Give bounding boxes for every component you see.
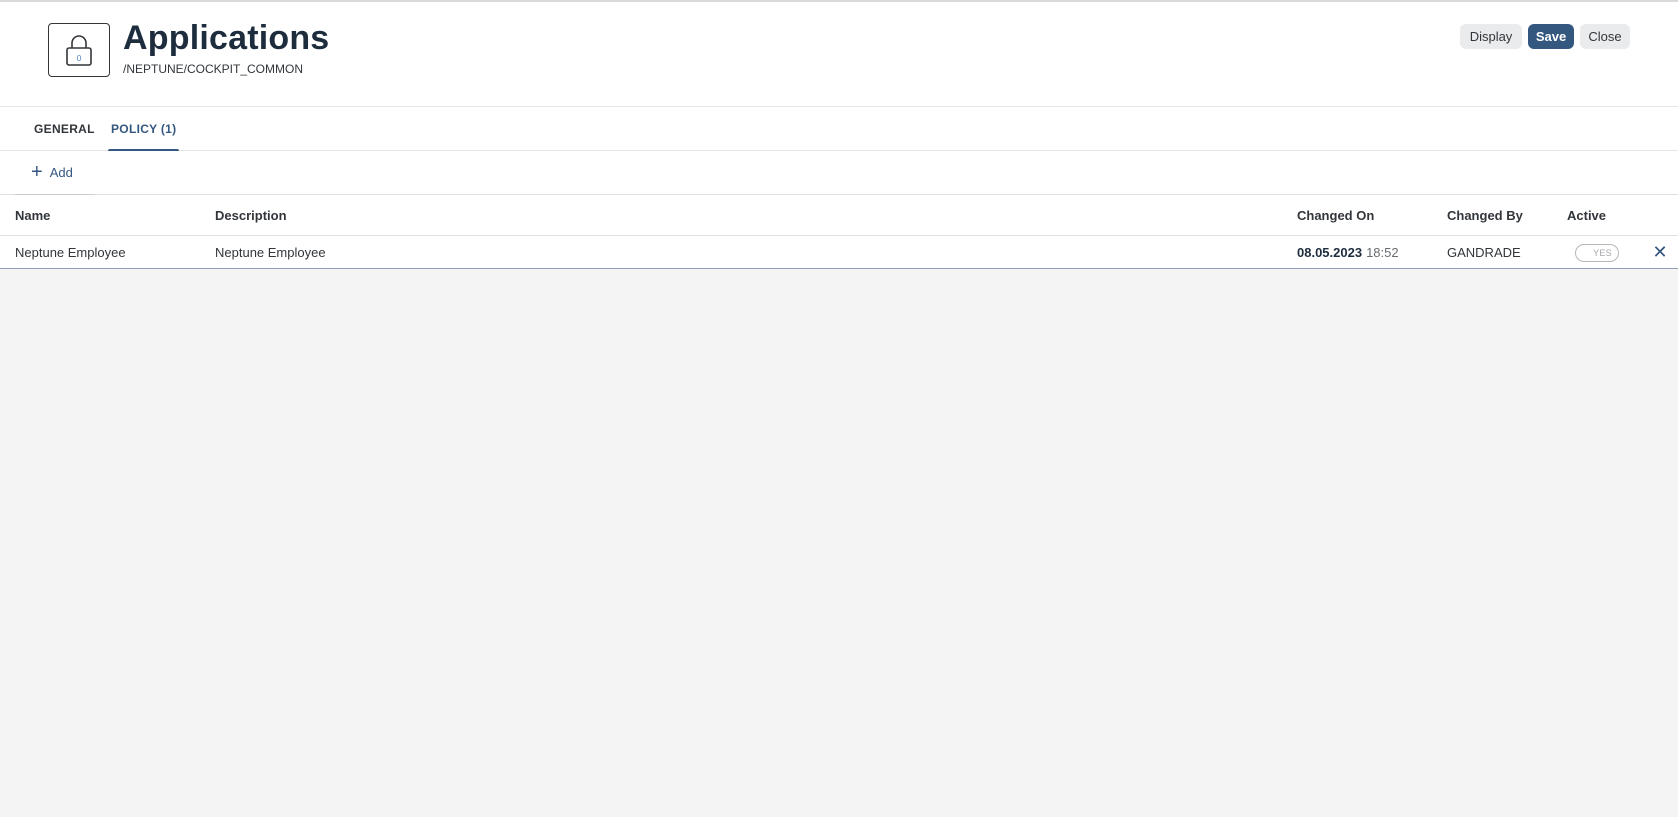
cell-description: Neptune Employee [215, 245, 326, 260]
changed-on-date: 08.05.2023 [1297, 245, 1363, 260]
tab-policy[interactable]: POLICY (1) [108, 107, 180, 152]
svg-text:0: 0 [76, 54, 81, 63]
display-button[interactable]: Display [1460, 24, 1522, 49]
table-header: Name Description Changed On Changed By A… [0, 195, 1678, 236]
column-header-name[interactable]: Name [15, 195, 50, 236]
column-header-description[interactable]: Description [215, 195, 287, 236]
object-header: 0 Applications /NEPTUNE/COCKPIT_COMMON D… [0, 2, 1678, 107]
table-toolbar: + Add [0, 151, 1678, 195]
changed-on-time: 18:52 [1366, 245, 1399, 260]
table-row[interactable]: Neptune Employee Neptune Employee 08.05.… [0, 236, 1678, 269]
active-switch-label: YES [1593, 248, 1612, 258]
page-subtitle: /NEPTUNE/COCKPIT_COMMON [123, 62, 304, 76]
column-header-changed-on[interactable]: Changed On [1297, 195, 1374, 236]
plus-icon: + [31, 160, 43, 183]
close-button[interactable]: Close [1580, 24, 1630, 49]
column-header-changed-by[interactable]: Changed By [1447, 195, 1523, 236]
cell-name: Neptune Employee [15, 245, 126, 260]
column-header-active[interactable]: Active [1567, 195, 1606, 236]
add-button-label: Add [49, 165, 73, 180]
tab-general[interactable]: GENERAL [34, 107, 95, 151]
save-button[interactable]: Save [1528, 24, 1574, 49]
add-button[interactable]: + Add [15, 151, 95, 195]
active-switch[interactable]: YES [1575, 244, 1619, 262]
close-icon[interactable]: ✕ [1650, 236, 1670, 269]
cell-changed-by: GANDRADE [1447, 245, 1521, 260]
lock-icon: 0 [48, 23, 110, 77]
tab-bar: GENERAL POLICY (1) [0, 107, 1678, 152]
page-title: Applications [123, 19, 330, 57]
cell-changed-on: 08.05.2023 18:52 [1297, 236, 1399, 269]
